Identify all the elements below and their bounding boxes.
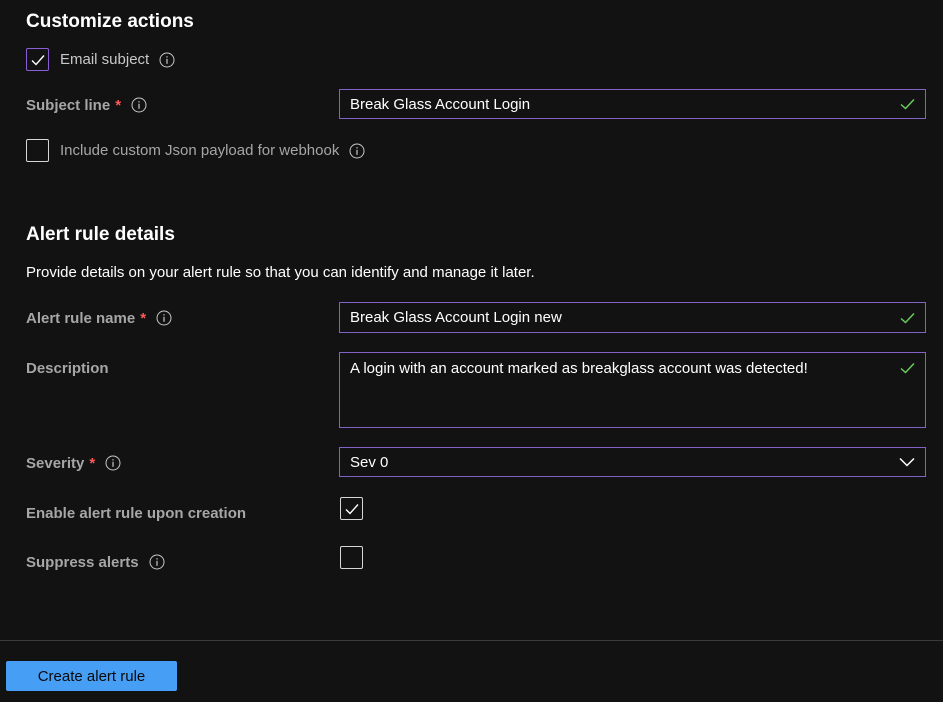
checkmark-icon bbox=[345, 503, 359, 515]
description-label-row: Description bbox=[26, 358, 109, 378]
email-subject-label: Email subject bbox=[60, 51, 150, 68]
subject-line-label-row: Subject line * bbox=[26, 95, 147, 115]
customize-actions-title: Customize actions bbox=[26, 11, 194, 32]
description-label: Description bbox=[26, 359, 109, 377]
subject-line-label: Subject line bbox=[26, 96, 111, 114]
custom-json-row: Include custom Json payload for webhook bbox=[26, 139, 365, 162]
checkmark-icon bbox=[900, 312, 915, 324]
alert-rule-name-label: Alert rule name bbox=[26, 309, 136, 327]
suppress-alerts-label-row: Suppress alerts bbox=[26, 552, 165, 572]
custom-json-label: Include custom Json payload for webhook bbox=[60, 142, 340, 159]
email-subject-checkbox[interactable] bbox=[26, 48, 49, 71]
create-alert-rule-button[interactable]: Create alert rule bbox=[6, 661, 177, 691]
required-marker: * bbox=[89, 454, 96, 472]
severity-value: Sev 0 bbox=[350, 453, 389, 471]
subject-line-value: Break Glass Account Login bbox=[350, 95, 531, 113]
description-value: A login with an account marked as breakg… bbox=[350, 360, 808, 377]
required-marker: * bbox=[140, 309, 147, 327]
description-textarea[interactable]: A login with an account marked as breakg… bbox=[339, 352, 926, 428]
checkmark-icon bbox=[900, 98, 915, 110]
severity-dropdown[interactable]: Sev 0 bbox=[339, 447, 926, 477]
info-icon[interactable] bbox=[105, 455, 121, 471]
info-icon[interactable] bbox=[349, 143, 365, 159]
alert-rule-name-value: Break Glass Account Login new bbox=[350, 309, 562, 326]
info-icon[interactable] bbox=[159, 52, 175, 68]
checkmark-icon bbox=[31, 54, 45, 66]
alert-rule-details-title: Alert rule details bbox=[26, 224, 175, 245]
severity-label: Severity bbox=[26, 454, 85, 472]
email-subject-row: Email subject bbox=[26, 48, 175, 71]
footer-divider bbox=[0, 640, 943, 641]
enable-rule-label: Enable alert rule upon creation bbox=[26, 504, 247, 522]
info-icon[interactable] bbox=[131, 97, 147, 113]
subject-line-input[interactable]: Break Glass Account Login bbox=[339, 89, 926, 119]
checkmark-icon bbox=[900, 362, 915, 374]
create-alert-rule-panel: Customize actions Email subject Subject … bbox=[0, 0, 943, 702]
required-marker: * bbox=[115, 96, 122, 114]
info-icon[interactable] bbox=[149, 554, 165, 570]
alert-rule-name-label-row: Alert rule name * bbox=[26, 308, 172, 328]
custom-json-checkbox[interactable] bbox=[26, 139, 49, 162]
alert-rule-name-input[interactable]: Break Glass Account Login new bbox=[339, 302, 926, 333]
alert-rule-details-description: Provide details on your alert rule so th… bbox=[26, 264, 535, 281]
info-icon[interactable] bbox=[156, 310, 172, 326]
suppress-alerts-label: Suppress alerts bbox=[26, 553, 139, 571]
enable-rule-checkbox[interactable] bbox=[340, 497, 363, 520]
suppress-alerts-checkbox[interactable] bbox=[340, 546, 363, 569]
chevron-down-icon bbox=[899, 457, 915, 467]
severity-label-row: Severity * bbox=[26, 453, 121, 473]
enable-rule-label-row: Enable alert rule upon creation bbox=[26, 503, 246, 523]
